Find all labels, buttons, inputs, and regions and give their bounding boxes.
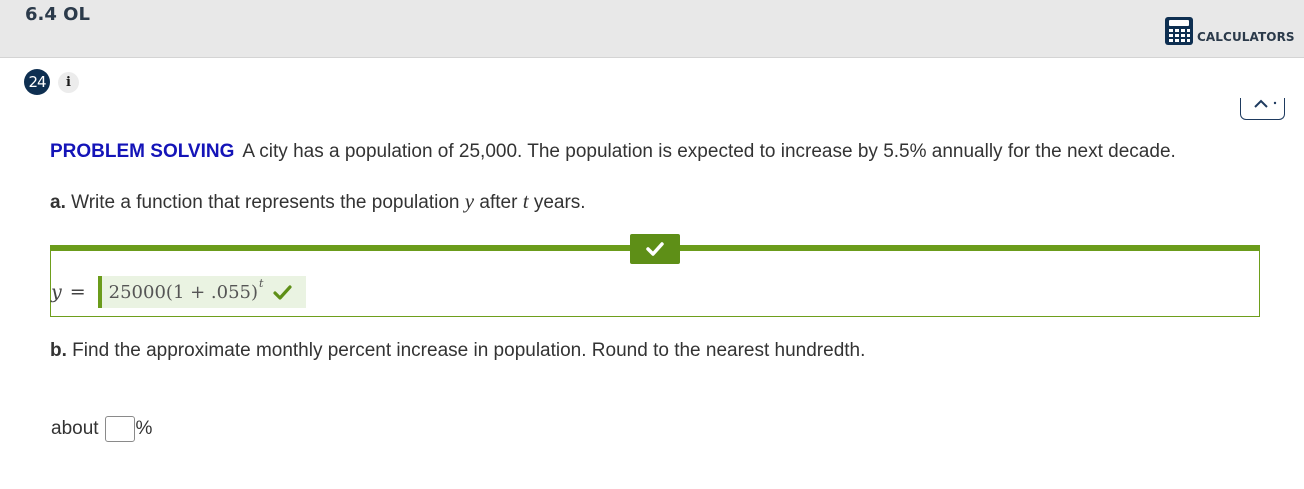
calculators-button[interactable]: CALCULATORS bbox=[1164, 15, 1295, 47]
calculators-label: CALCULATORS bbox=[1197, 30, 1295, 44]
part-b-answer-row: about % bbox=[51, 416, 152, 442]
equation-equals: = bbox=[69, 281, 86, 303]
top-bar: 6.4 OL CALCULATORS bbox=[0, 0, 1304, 58]
correct-status-tab bbox=[630, 234, 680, 264]
question-number-badge: 24 bbox=[24, 69, 50, 95]
info-button[interactable]: i bbox=[58, 72, 79, 93]
part-a-text: Write a function that represents the pop… bbox=[71, 192, 460, 213]
part-b-text: Find the approximate monthly percent inc… bbox=[72, 340, 866, 361]
lesson-title: 6.4 OL bbox=[25, 4, 90, 25]
part-b-prompt: b. Find the approximate monthly percent … bbox=[50, 340, 865, 362]
chevron-up-icon bbox=[1254, 99, 1277, 108]
part-b-letter: b. bbox=[50, 340, 67, 361]
variable-t: t bbox=[522, 189, 529, 213]
checkmark-icon bbox=[646, 242, 664, 256]
answer-equation: y = 25000(1 + .055) t bbox=[51, 275, 307, 309]
problem-text: A city has a population of 25,000. The p… bbox=[242, 141, 1176, 162]
equation-lhs: y bbox=[51, 281, 62, 303]
problem-solving-label: PROBLEM SOLVING bbox=[50, 141, 235, 162]
problem-statement: PROBLEM SOLVING A city has a population o… bbox=[50, 141, 1176, 163]
about-label: about bbox=[51, 418, 99, 439]
variable-y: y bbox=[464, 189, 475, 213]
part-a-letter: a. bbox=[50, 192, 66, 213]
part-a-answer-field[interactable]: 25000(1 + .055) t bbox=[97, 276, 307, 308]
part-a-text-end: years. bbox=[533, 192, 586, 213]
part-a-prompt: a. Write a function that represents the … bbox=[50, 189, 586, 214]
calculator-icon bbox=[1165, 17, 1193, 45]
answer-exponent: t bbox=[259, 276, 264, 290]
collapse-toggle-button[interactable] bbox=[1240, 98, 1285, 120]
part-a-text-after: after bbox=[479, 192, 518, 213]
percent-answer-input[interactable] bbox=[104, 416, 135, 442]
percent-sign: % bbox=[135, 418, 153, 439]
answer-expression: 25000(1 + .055) bbox=[108, 281, 259, 303]
checkmark-icon bbox=[273, 284, 293, 300]
